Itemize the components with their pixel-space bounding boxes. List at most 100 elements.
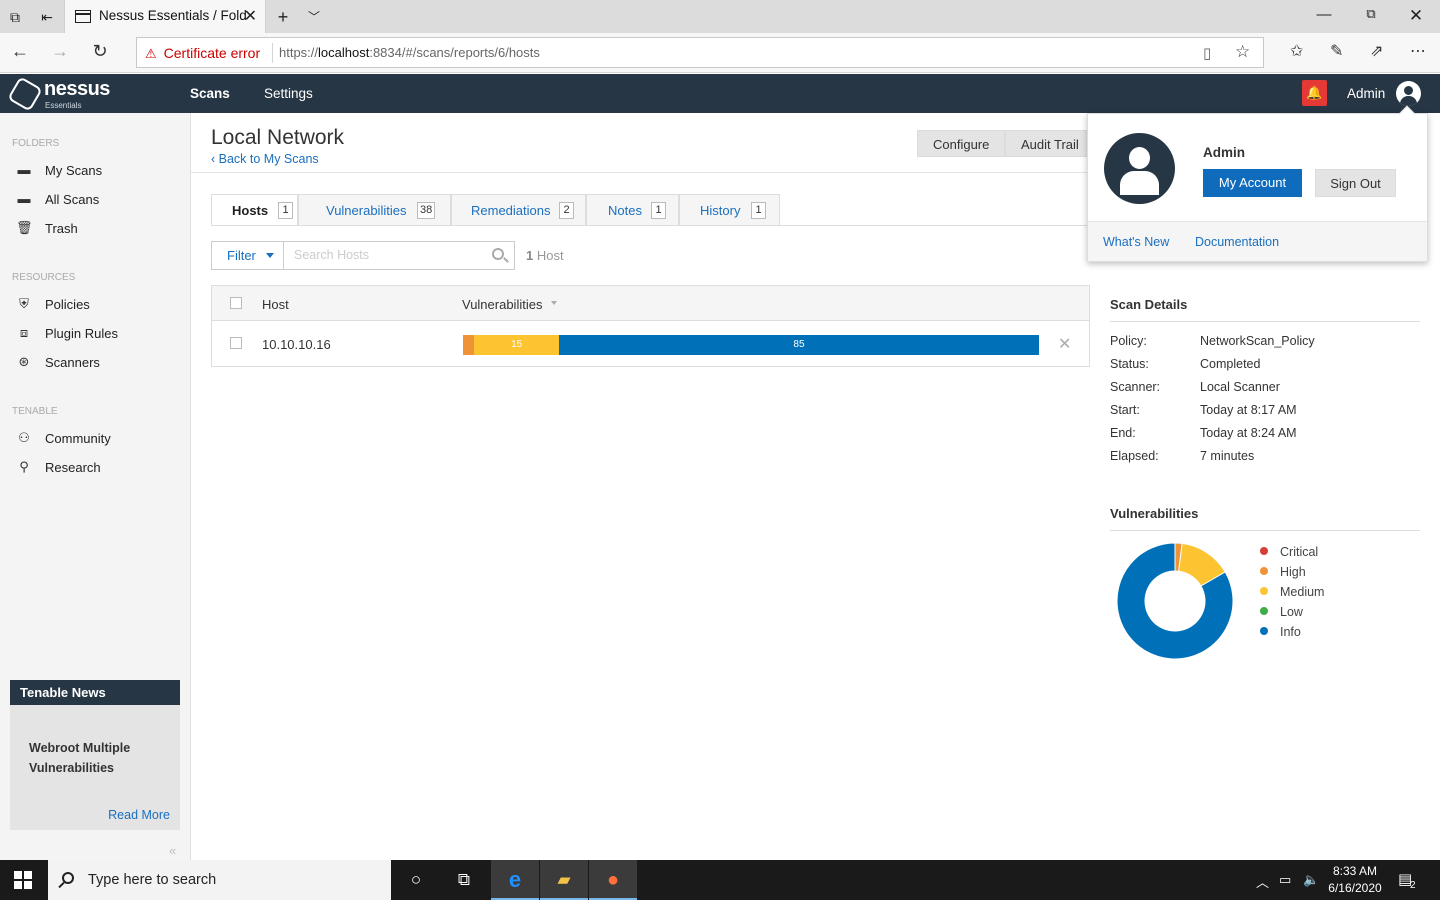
forward-icon[interactable]: → <box>48 41 72 62</box>
close-tab-icon[interactable]: ✕ <box>244 6 257 26</box>
my-account-button[interactable]: My Account <box>1203 169 1302 197</box>
bar-segment-high[interactable] <box>463 335 475 355</box>
nav-settings[interactable]: Settings <box>264 86 313 101</box>
refresh-icon[interactable]: ↻ <box>88 41 112 62</box>
filter-dropdown[interactable]: Filter <box>211 241 284 270</box>
tab-notes[interactable]: Notes 1 <box>586 194 679 225</box>
news-headline[interactable]: Webroot Multiple Vulnerabilities <box>29 738 169 778</box>
network-icon[interactable]: ▭ <box>1279 872 1291 888</box>
collapse-sidebar-icon[interactable]: « <box>169 843 176 858</box>
read-more-link[interactable]: Read More <box>108 808 170 822</box>
favorites-icon[interactable]: ✩ <box>1290 41 1303 61</box>
reading-view-icon[interactable]: ▯ <box>1203 44 1211 62</box>
sidebar-item-community[interactable]: ⚇ Community <box>16 429 186 451</box>
sign-out-button[interactable]: Sign Out <box>1315 169 1396 197</box>
vulnerabilities-divider <box>1110 530 1420 531</box>
back-icon[interactable]: ← <box>8 41 32 62</box>
legend-dot <box>1260 607 1268 615</box>
share-icon[interactable]: ⇗ <box>1370 41 1383 61</box>
taskbar-clock[interactable]: 8:33 AM 6/16/2020 <box>1326 863 1384 897</box>
taskbar-search[interactable]: Type here to search <box>48 860 391 900</box>
col-host[interactable]: Host <box>262 297 289 312</box>
detail-value: NetworkScan_Policy <box>1200 334 1315 348</box>
nessus-logo[interactable]: nessus Essentials <box>7 76 122 112</box>
tab-hosts[interactable]: Hosts 1 <box>211 194 298 226</box>
remove-host-icon[interactable]: ✕ <box>1058 334 1071 354</box>
firefox-icon[interactable]: ● <box>589 860 637 900</box>
legend-item-low[interactable]: Low <box>1260 605 1303 619</box>
folder-icon: ▬ <box>17 191 31 206</box>
tab-history[interactable]: History 1 <box>679 194 780 225</box>
documentation-link[interactable]: Documentation <box>1195 235 1279 249</box>
configure-button[interactable]: Configure <box>917 130 1006 157</box>
legend-item-high[interactable]: High <box>1260 565 1306 579</box>
news-header: Tenable News <box>10 680 180 705</box>
browser-tab[interactable]: Nessus Essentials / Fold ✕ <box>64 0 266 33</box>
vulnerability-bar[interactable]: 15 85 <box>463 335 1039 355</box>
detail-value: Completed <box>1200 357 1261 371</box>
notifications-bell-icon[interactable]: 🔔 <box>1302 80 1327 106</box>
tab-actions-icon[interactable]: ⧉ <box>4 6 26 28</box>
edge-browser-icon[interactable]: e <box>491 860 539 900</box>
detail-label: Policy: <box>1110 334 1147 348</box>
user-name[interactable]: Admin <box>1347 86 1385 101</box>
pen-icon[interactable]: ✎ <box>1330 41 1343 61</box>
show-hidden-icons-chevron-icon[interactable]: ︿ <box>1256 872 1269 891</box>
select-all-checkbox[interactable] <box>230 297 242 309</box>
volume-muted-icon[interactable]: 🔈 <box>1303 872 1319 888</box>
certificate-error[interactable]: ⚠ Certificate error <box>145 45 260 62</box>
windows-start-icon[interactable] <box>14 871 33 890</box>
new-tab-icon[interactable]: + <box>272 6 294 28</box>
sort-desc-icon[interactable] <box>551 301 557 305</box>
restore-icon[interactable]: ⧉ <box>1360 6 1382 22</box>
host-ip[interactable]: 10.10.10.16 <box>262 337 331 352</box>
audit-trail-button[interactable]: Audit Trail <box>1005 130 1095 157</box>
nav-scans[interactable]: Scans <box>190 86 230 101</box>
legend-item-info[interactable]: Info <box>1260 625 1301 639</box>
tab-remediations[interactable]: Remediations 2 <box>451 194 586 225</box>
bar-segment-info[interactable]: 85 <box>558 335 1039 355</box>
sidebar-item-scanners[interactable]: ⊛ Scanners <box>16 353 186 375</box>
search-hosts-input[interactable] <box>294 248 484 262</box>
detail-value: Today at 8:17 AM <box>1200 403 1297 417</box>
legend-item-medium[interactable]: Medium <box>1260 585 1324 599</box>
task-view-icon[interactable]: ⧉ <box>440 860 488 900</box>
radar-icon: ⊛ <box>18 354 30 369</box>
scan-details-title: Scan Details <box>1110 297 1188 312</box>
bar-segment-medium[interactable]: 15 <box>474 335 559 355</box>
sidebar-item-policies[interactable]: ⛨ Policies <box>16 295 186 317</box>
url-field[interactable]: ⚠ Certificate error https://localhost:883… <box>136 37 1264 68</box>
set-tabs-aside-icon[interactable]: ⇤ <box>36 6 58 28</box>
windows-taskbar: Type here to search ○ ⧉ e ▰ ● ︿ ▭ 🔈 8:33… <box>0 860 1440 900</box>
favorite-star-icon[interactable]: ☆ <box>1235 42 1250 62</box>
search-icon[interactable] <box>492 248 504 260</box>
more-icon[interactable]: ⋯ <box>1410 41 1426 61</box>
sidebar-item-trash[interactable]: 🗑 Trash <box>16 219 186 241</box>
user-avatar-icon[interactable] <box>1396 81 1421 106</box>
url-separator <box>272 43 273 63</box>
vulnerabilities-donut-chart[interactable] <box>1116 542 1234 660</box>
app-header: nessus Essentials Scans Settings 🔔 Admin <box>0 74 1440 113</box>
tab-vulnerabilities[interactable]: Vulnerabilities 38 <box>298 194 451 225</box>
legend-item-critical[interactable]: Critical <box>1260 545 1318 559</box>
cortana-icon[interactable]: ○ <box>392 860 440 900</box>
file-explorer-icon[interactable]: ▰ <box>540 860 588 900</box>
sidebar-item-all-scans[interactable]: ▬ All Scans <box>16 190 186 212</box>
minimize-icon[interactable]: — <box>1313 6 1335 23</box>
sidebar-item-plugin-rules[interactable]: ⧈ Plugin Rules <box>16 324 186 346</box>
caret-down-icon <box>266 253 274 258</box>
user-avatar-large-icon <box>1104 133 1175 204</box>
row-checkbox[interactable] <box>230 337 242 349</box>
col-vulnerabilities[interactable]: Vulnerabilities <box>462 297 542 312</box>
sidebar-item-my-scans[interactable]: ▬ My Scans <box>16 161 186 183</box>
sidebar-item-research[interactable]: ⚲ Research <box>16 458 186 480</box>
url-text: https://localhost:8834/#/scans/reports/6… <box>279 45 540 60</box>
close-window-icon[interactable]: ✕ <box>1405 6 1427 26</box>
whats-new-link[interactable]: What's New <box>1103 235 1169 249</box>
search-icon <box>62 872 74 884</box>
tab-list-chevron-icon[interactable]: ﹀ <box>303 6 325 28</box>
tab-count: 38 <box>417 202 436 219</box>
back-to-my-scans-link[interactable]: ‹ Back to My Scans <box>211 152 319 166</box>
hosts-table: Host Vulnerabilities 10.10.10.16 15 85 ✕ <box>211 285 1090 367</box>
table-row[interactable]: 10.10.10.16 15 85 ✕ <box>212 322 1089 366</box>
